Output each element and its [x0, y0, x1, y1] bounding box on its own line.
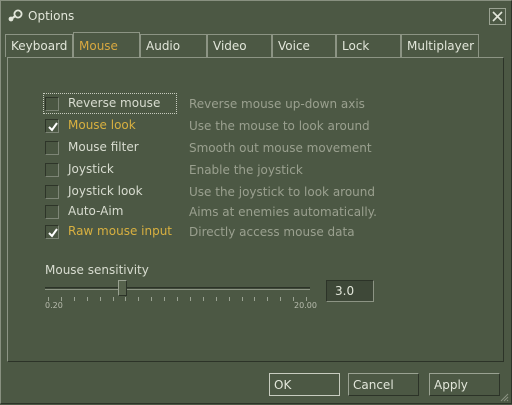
window-title: Options	[28, 9, 75, 23]
option-label: Mouse look	[68, 118, 136, 132]
slider-tick	[177, 297, 178, 301]
mouse-filter-checkbox[interactable]	[45, 141, 59, 155]
slider-tick	[86, 297, 88, 301]
tab-lock[interactable]: Lock	[336, 34, 401, 57]
option-auto-aim[interactable]: Auto-Aim Aims at enemies automatically.	[45, 202, 505, 222]
slider-min-label: 0.20	[45, 301, 63, 310]
tab-keyboard[interactable]: Keyboard	[5, 34, 73, 57]
option-label: Reverse mouse	[68, 96, 161, 110]
cancel-button[interactable]: Cancel	[348, 373, 419, 396]
option-description: Smooth out mouse movement	[189, 141, 372, 155]
tab-video[interactable]: Video	[207, 34, 272, 57]
resize-grip-icon[interactable]	[499, 391, 509, 402]
mouse-look-checkbox[interactable]	[45, 119, 59, 133]
option-reverse-mouse[interactable]: Reverse mouse Reverse mouse up-down axis	[43, 93, 505, 114]
slider-tick	[164, 297, 166, 301]
slider-tick	[228, 297, 230, 301]
slider-tick	[99, 297, 101, 301]
slider-tick	[241, 297, 243, 301]
option-mouse-filter[interactable]: Mouse filter Smooth out mouse movement	[45, 138, 505, 158]
option-label: Joystick look	[68, 184, 143, 198]
close-icon	[492, 11, 503, 22]
tab-audio[interactable]: Audio	[140, 34, 207, 57]
checkmark-icon	[48, 228, 58, 238]
tab-multiplayer[interactable]: Multiplayer	[401, 34, 479, 57]
option-joystick[interactable]: Joystick Enable the joystick	[45, 160, 505, 180]
option-raw-mouse-input[interactable]: Raw mouse input Directly access mouse da…	[45, 222, 505, 242]
slider-tick	[215, 297, 217, 301]
sensitivity-slider-thumb[interactable]	[118, 280, 128, 296]
reverse-mouse-checkbox[interactable]	[45, 97, 59, 111]
slider-tick	[151, 297, 153, 301]
close-button[interactable]	[489, 8, 506, 25]
joystick-look-checkbox[interactable]	[45, 185, 59, 199]
option-description: Aims at enemies automatically.	[189, 205, 377, 219]
option-description: Directly access mouse data	[189, 225, 355, 239]
option-description: Use the joystick to look around	[189, 185, 376, 199]
steam-logo-icon	[7, 9, 23, 23]
slider-tick	[112, 297, 114, 301]
slider-tick	[189, 297, 191, 301]
tab-mouse[interactable]: Mouse	[73, 32, 140, 57]
sensitivity-slider-track[interactable]	[45, 287, 310, 290]
option-label: Joystick	[68, 162, 114, 176]
apply-button[interactable]: Apply	[429, 373, 500, 396]
tab-voice[interactable]: Voice	[272, 34, 336, 57]
raw-mouse-input-checkbox[interactable]	[45, 225, 59, 239]
slider-tick	[73, 297, 75, 301]
sensitivity-value-field[interactable]: 3.0	[326, 280, 374, 302]
option-joystick-look[interactable]: Joystick look Use the joystick to look a…	[45, 182, 505, 202]
option-label: Auto-Aim	[68, 204, 124, 218]
slider-max-label: 20.00	[294, 301, 317, 310]
slider-tick	[125, 297, 127, 301]
option-mouse-look[interactable]: Mouse look Use the mouse to look around	[45, 116, 505, 136]
slider-tick	[138, 297, 140, 301]
slider-tick	[254, 297, 256, 301]
option-description: Reverse mouse up-down axis	[189, 97, 365, 111]
sensitivity-label: Mouse sensitivity	[45, 263, 149, 277]
title-bar[interactable]: Options	[1, 1, 511, 31]
slider-tick	[280, 297, 282, 301]
option-label: Mouse filter	[68, 140, 139, 154]
slider-tick	[267, 297, 269, 301]
options-window: Options Keyboard Mouse Audio Video Voice…	[0, 0, 512, 404]
ok-button[interactable]: OK	[269, 373, 340, 396]
option-label: Raw mouse input	[68, 224, 173, 238]
slider-tick	[202, 297, 204, 301]
option-description: Use the mouse to look around	[189, 119, 370, 133]
auto-aim-checkbox[interactable]	[45, 205, 59, 219]
option-description: Enable the joystick	[189, 163, 303, 177]
checkmark-icon	[48, 122, 58, 132]
joystick-checkbox[interactable]	[45, 163, 59, 177]
